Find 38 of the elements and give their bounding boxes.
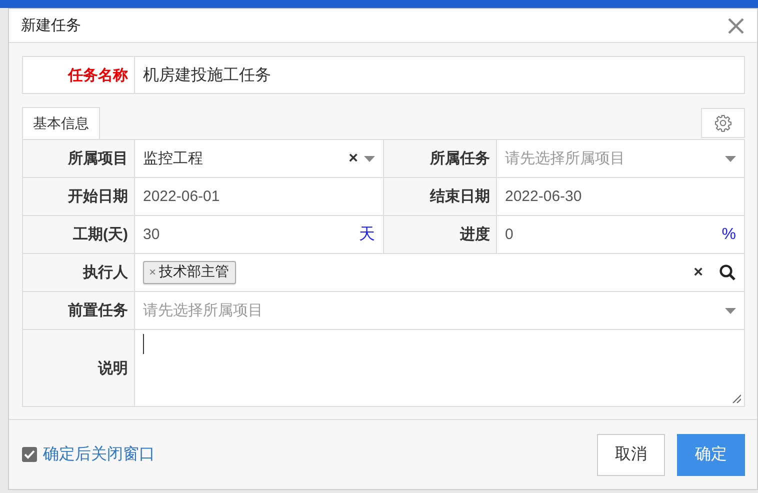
cancel-button[interactable]: 取消 [597, 434, 665, 476]
search-icon[interactable] [719, 264, 736, 281]
dropdown-caret-icon[interactable] [725, 156, 736, 162]
clear-button[interactable]: × [348, 150, 358, 168]
select-field[interactable]: 监控工程 × [135, 140, 384, 178]
close-icon[interactable] [727, 16, 745, 34]
dialog-title: 新建任务 [21, 16, 81, 35]
checkbox[interactable] [22, 447, 37, 462]
field-label: 说明 [23, 330, 135, 406]
settings-icon [714, 114, 732, 132]
placeholder-text: 请先选择所属项目 [143, 301, 263, 320]
dropdown-caret-icon[interactable] [364, 156, 375, 162]
placeholder-text: 请先选择所属项目 [505, 149, 625, 168]
field-value: 监控工程 [143, 149, 203, 168]
unit-label: % [722, 226, 736, 244]
input-field[interactable]: 30 天 [135, 216, 384, 254]
field-label: 进度 [384, 216, 497, 254]
resize-grip-icon[interactable] [732, 394, 741, 403]
unit-label: 天 [359, 225, 375, 245]
field-label: 所属项目 [23, 140, 135, 178]
field-value: 0 [505, 226, 514, 243]
field-label: 工期(天) [23, 216, 135, 254]
clear-button[interactable]: × [694, 264, 703, 282]
field-label: 执行人 [23, 254, 135, 292]
dropdown-caret-icon[interactable] [725, 308, 736, 314]
settings-button[interactable] [701, 108, 745, 138]
field-label: 所属任务 [384, 140, 497, 178]
field-label: 开始日期 [23, 178, 135, 216]
checkbox-label[interactable]: 确定后关闭窗口 [43, 444, 155, 465]
text-cursor [143, 334, 144, 354]
field-value: 2022-06-01 [143, 188, 220, 205]
field-value: 2022-06-30 [505, 188, 582, 205]
field-value: 30 [143, 226, 160, 243]
assignee-tag[interactable]: × 技术部主管 [143, 261, 236, 284]
field-label: 前置任务 [23, 292, 135, 330]
tab[interactable]: 基本信息 [22, 107, 100, 139]
field-label: 结束日期 [384, 178, 497, 216]
input-field[interactable]: 2022-06-01 [135, 178, 384, 216]
